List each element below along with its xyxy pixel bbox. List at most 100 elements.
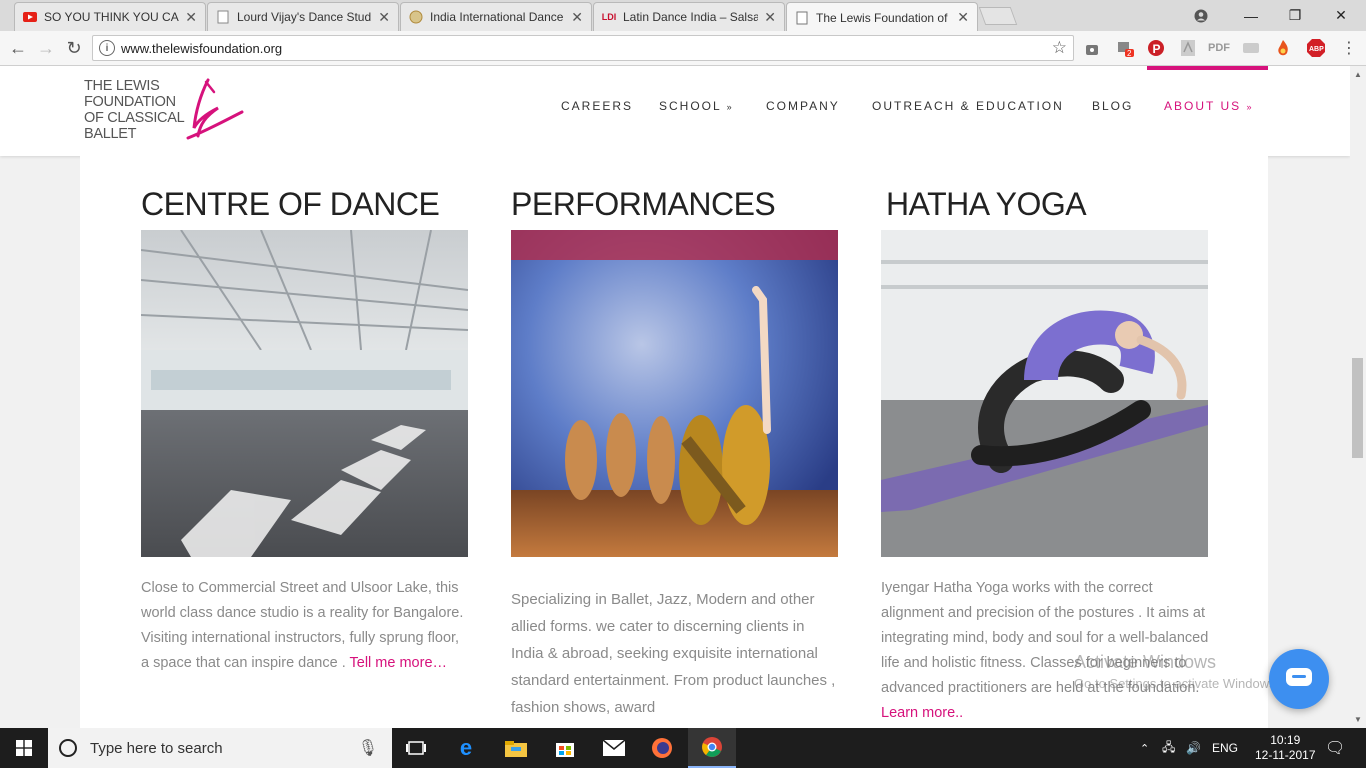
clock-date: 12-11-2017	[1255, 748, 1316, 762]
nav-active-indicator	[1147, 66, 1268, 70]
minimize-icon[interactable]: —	[1228, 0, 1274, 31]
back-icon[interactable]: ←	[6, 36, 30, 60]
activate-windows-subtext: Go to Settings to activate Windows.	[1074, 676, 1280, 691]
adblock-label: ABP	[1309, 46, 1324, 53]
logo-mark-icon	[186, 78, 244, 140]
info-icon[interactable]: i	[99, 40, 115, 56]
tab-india-international[interactable]: India International Dance ✕	[400, 2, 592, 31]
acrobat-icon[interactable]	[1177, 37, 1199, 59]
logo-line: OF CLASSICAL	[84, 110, 185, 126]
file-explorer-icon[interactable]	[492, 728, 540, 768]
learn-more-link[interactable]: Learn more..	[881, 705, 963, 721]
chevron-down-icon: »	[1246, 102, 1254, 112]
close-tab-icon[interactable]: ✕	[378, 9, 390, 26]
nav-about-us[interactable]: ABOUT US »	[1164, 99, 1253, 113]
site-header: THE LEWIS FOUNDATION OF CLASSICAL BALLET…	[0, 66, 1350, 156]
bookmark-star-icon[interactable]: ☆	[1052, 38, 1067, 58]
scroll-down-icon[interactable]: ▼	[1350, 712, 1366, 726]
windows-taskbar: Type here to search 🎙 e ⌃ 🖧 🔊 ENG 10:19 …	[0, 728, 1366, 768]
extension-grey-icon[interactable]	[1240, 37, 1262, 59]
tray-overflow-icon[interactable]: ⌃	[1140, 728, 1149, 768]
task-view-icon[interactable]	[392, 728, 440, 768]
close-tab-icon[interactable]: ✕	[957, 9, 969, 26]
firefox-icon[interactable]	[638, 728, 686, 768]
language-indicator[interactable]: ENG	[1212, 728, 1238, 768]
edge-icon[interactable]: e	[442, 728, 490, 768]
close-tab-icon[interactable]: ✕	[571, 9, 583, 26]
nav-school[interactable]: SCHOOL »	[659, 99, 734, 113]
tab-lourd-vijay[interactable]: Lourd Vijay's Dance Stud ✕	[207, 2, 399, 31]
cortana-icon	[59, 739, 77, 757]
tab-latin-dance[interactable]: LDI Latin Dance India – Salsa ✕	[593, 2, 785, 31]
extension-puzzle-icon[interactable]: 2	[1114, 37, 1136, 59]
tab-title: Lourd Vijay's Dance Stud	[237, 10, 372, 24]
fire-extension-icon[interactable]	[1272, 37, 1294, 59]
tab-title: The Lewis Foundation of	[816, 10, 948, 25]
youtube-icon	[23, 10, 37, 24]
store-icon[interactable]	[541, 728, 589, 768]
tab-so-you-think[interactable]: SO YOU THINK YOU CAN ✕	[14, 2, 206, 31]
url-text: www.thelewisfoundation.org	[121, 41, 283, 56]
chat-icon	[1286, 668, 1312, 686]
nav-label: OUTREACH & EDUCATION	[872, 99, 1064, 113]
pinterest-icon[interactable]: P	[1145, 37, 1167, 59]
web-page: THE LEWIS FOUNDATION OF CLASSICAL BALLET…	[0, 66, 1350, 728]
extension-badge: 2	[1127, 49, 1132, 57]
adblock-icon[interactable]: ABP	[1305, 37, 1327, 59]
tab-title: India International Dance	[430, 10, 564, 24]
close-tab-icon[interactable]: ✕	[185, 9, 197, 26]
tab-lewis-foundation[interactable]: The Lewis Foundation of ✕	[786, 2, 978, 32]
nav-label: BLOG	[1092, 99, 1134, 113]
taskbar-search-box[interactable]: Type here to search 🎙	[48, 728, 392, 768]
clock-time: 10:19	[1270, 733, 1301, 747]
nav-label: SCHOOL	[659, 99, 722, 113]
search-placeholder: Type here to search	[90, 739, 223, 757]
dance-studio-image[interactable]	[141, 230, 468, 557]
nav-label: CAREERS	[561, 99, 634, 113]
windows-start-icon[interactable]	[0, 728, 48, 768]
scroll-up-icon[interactable]: ▲	[1350, 67, 1366, 81]
reload-icon[interactable]: ↻	[62, 36, 86, 60]
clock[interactable]: 10:19 12-11-2017	[1255, 728, 1316, 768]
notifications-icon[interactable]: 🗨	[1325, 728, 1345, 768]
extension-lock-icon[interactable]	[1081, 37, 1103, 59]
ldi-icon: LDI	[601, 12, 617, 22]
tell-me-more-link[interactable]: Tell me more…	[350, 655, 448, 671]
pdf-icon[interactable]: PDF	[1208, 37, 1230, 59]
scroll-thumb[interactable]	[1352, 358, 1363, 458]
menu-icon[interactable]: ⋮	[1338, 37, 1360, 59]
performances-text: Specializing in Ballet, Jazz, Modern and…	[511, 586, 841, 721]
logo-line: FOUNDATION	[84, 94, 176, 110]
mail-icon[interactable]	[590, 728, 638, 768]
nav-blog[interactable]: BLOG	[1092, 99, 1133, 113]
main-content: CENTRE OF DANCE Close to Commercial Stre…	[80, 156, 1268, 728]
site-logo[interactable]: THE LEWIS FOUNDATION OF CLASSICAL BALLET	[84, 78, 185, 142]
microphone-icon[interactable]: 🎙	[358, 738, 378, 758]
svg-text:P: P	[1153, 42, 1161, 56]
restore-icon[interactable]: ❐	[1272, 0, 1318, 31]
volume-icon[interactable]: 🔊	[1186, 728, 1201, 768]
hatha-yoga-text: Iyengar Hatha Yoga works with the correc…	[881, 576, 1211, 726]
nav-outreach-education[interactable]: OUTREACH & EDUCATION	[872, 99, 1064, 113]
nav-label: ABOUT US	[1164, 99, 1242, 113]
nav-company[interactable]: COMPANY	[766, 99, 840, 113]
browser-tab-bar: SO YOU THINK YOU CAN ✕ Lourd Vijay's Dan…	[0, 0, 1366, 32]
logo-line: BALLET	[84, 126, 137, 142]
site-icon	[409, 10, 423, 24]
close-tab-icon[interactable]: ✕	[764, 9, 776, 26]
performances-title: PERFORMANCES	[511, 186, 776, 222]
tab-title: Latin Dance India – Salsa	[623, 10, 759, 24]
network-icon[interactable]: 🖧	[1162, 728, 1175, 768]
chrome-icon[interactable]	[688, 728, 736, 768]
close-window-icon[interactable]: ✕	[1318, 0, 1364, 31]
forward-icon[interactable]: →	[34, 36, 58, 60]
logo-line: THE LEWIS	[84, 78, 160, 94]
address-bar[interactable]: i www.thelewisfoundation.org ☆	[92, 35, 1074, 61]
nav-careers[interactable]: CAREERS	[561, 99, 633, 113]
hatha-yoga-image[interactable]	[881, 230, 1208, 557]
performances-image[interactable]	[511, 230, 838, 557]
chat-button[interactable]	[1269, 649, 1329, 709]
page-icon	[216, 10, 230, 24]
account-icon[interactable]	[1178, 0, 1224, 31]
new-tab-button[interactable]	[978, 7, 1018, 25]
